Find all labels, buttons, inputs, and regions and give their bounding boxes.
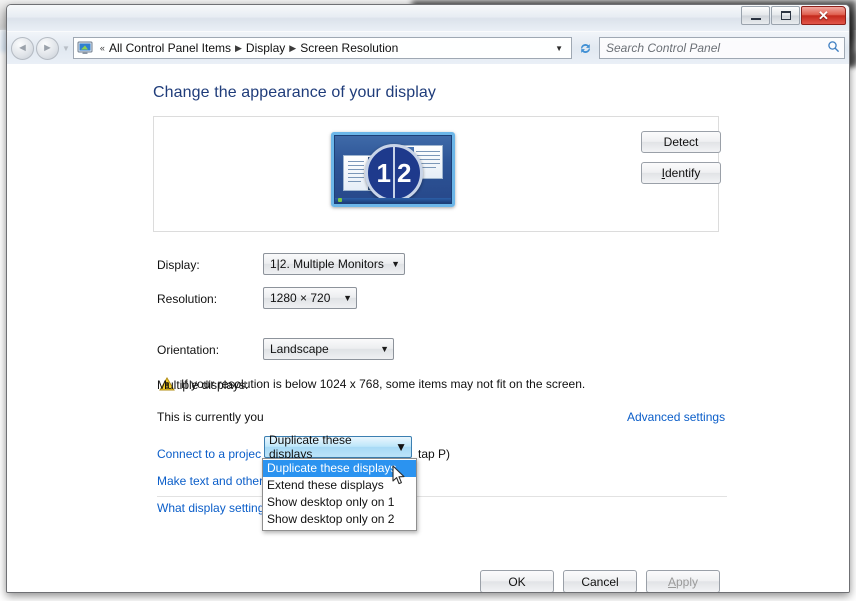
screen-resolution-window: ✕ ◄ ► ▼ « All Control Panel Items ▶ Disp… [6, 4, 850, 593]
forward-icon: ► [42, 42, 53, 54]
multiple-displays-select-value: Duplicate these displays [269, 433, 352, 461]
maximize-button[interactable] [771, 6, 800, 25]
window-client-area: Change the appearance of your display 1 … [7, 64, 849, 592]
display-select[interactable]: 1|2. Multiple Monitors ▼ [263, 253, 405, 275]
display-select-value: 1|2. Multiple Monitors [270, 257, 384, 271]
maximize-icon [780, 11, 791, 20]
page-title: Change the appearance of your display [153, 84, 437, 101]
breadcrumb-item-2[interactable]: Screen Resolution [300, 41, 398, 55]
monitor-screen: 1 2 [334, 135, 452, 204]
minimize-button[interactable] [741, 6, 770, 25]
badge-number-2: 2 [397, 158, 412, 188]
apply-accel: A [667, 575, 676, 589]
section-divider [157, 496, 727, 497]
breadcrumb[interactable]: « All Control Panel Items ▶ Display ▶ Sc… [72, 37, 572, 59]
connect-projector-link-end: tap P) [418, 447, 451, 461]
search-input[interactable]: Search Control Panel [606, 41, 827, 55]
refresh-button[interactable] [574, 37, 596, 59]
breadcrumb-overflow[interactable]: « [100, 43, 105, 53]
apply-button: Apply [646, 570, 720, 592]
recent-pages-icon[interactable]: ▼ [62, 44, 70, 53]
apply-rest: pply [676, 575, 699, 589]
multiple-displays-label: Multiple displays: [157, 378, 249, 392]
breadcrumb-item-1[interactable]: Display [246, 41, 285, 55]
badge-number-1: 1 [376, 158, 391, 188]
refresh-icon [580, 43, 590, 53]
search-box[interactable]: Search Control Panel [599, 37, 845, 59]
breadcrumb-separator-icon: ▶ [235, 42, 242, 53]
window-titlebar: ✕ [7, 5, 849, 32]
monitor-thumbnail[interactable]: 1 2 [331, 132, 455, 207]
connect-projector-link-start[interactable]: Connect to a projec [157, 447, 261, 461]
preview-start-icon [338, 198, 342, 202]
ok-button[interactable]: OK [480, 570, 554, 592]
display-number-badge: 1 2 [365, 144, 423, 202]
dropdown-option-2[interactable]: Show desktop only on 1 [263, 494, 416, 511]
dropdown-option-0[interactable]: Duplicate these displays [263, 460, 416, 477]
close-button[interactable]: ✕ [801, 6, 846, 25]
breadcrumb-item-0[interactable]: All Control Panel Items [109, 41, 231, 55]
window-controls: ✕ [740, 6, 846, 25]
breadcrumb-dropdown-icon[interactable]: ▼ [549, 44, 569, 53]
identify-rest: dentify [664, 166, 701, 180]
detect-button[interactable]: Detect [641, 131, 721, 153]
minimize-icon [750, 17, 761, 20]
back-icon: ◄ [17, 42, 28, 54]
main-display-note: This is currently you [157, 410, 264, 424]
advanced-settings-link[interactable]: Advanced settings [627, 410, 725, 424]
back-button[interactable]: ◄ [11, 36, 34, 60]
address-bar: ◄ ► ▼ « All Control Panel Items ▶ Displa… [7, 32, 849, 64]
dropdown-option-1[interactable]: Extend these displays [263, 477, 416, 494]
display-preview-panel: 1 2 Detect Identify [153, 116, 721, 232]
resolution-select[interactable]: 1280 × 720 ▼ [263, 287, 357, 309]
badge-divider [393, 146, 395, 200]
identify-button[interactable]: Identify [641, 162, 721, 184]
chevron-down-icon: ▼ [380, 344, 389, 354]
forward-button[interactable]: ► [36, 36, 59, 60]
display-label: Display: [157, 258, 200, 272]
multiple-displays-dropdown-list[interactable]: Duplicate these displays Extend these di… [262, 458, 417, 531]
multiple-displays-select[interactable]: Duplicate these displays ▼ [264, 433, 412, 461]
breadcrumb-separator-icon: ▶ [289, 42, 297, 53]
orientation-select-value: Landscape [270, 342, 329, 356]
display-icon [77, 41, 93, 55]
close-icon: ✕ [818, 8, 829, 23]
resolution-select-value: 1280 × 720 [270, 291, 331, 305]
orientation-label: Orientation: [157, 343, 220, 357]
preview-taskbar [335, 198, 451, 203]
orientation-select[interactable]: Landscape ▼ [263, 338, 394, 360]
search-icon [827, 40, 840, 56]
chevron-down-icon: ▼ [343, 293, 352, 303]
chevron-down-icon: ▼ [391, 259, 400, 269]
chevron-down-icon: ▼ [395, 440, 407, 454]
resolution-label: Resolution: [157, 292, 218, 306]
dropdown-option-3[interactable]: Show desktop only on 2 [263, 511, 416, 528]
cancel-button[interactable]: Cancel [563, 570, 637, 592]
